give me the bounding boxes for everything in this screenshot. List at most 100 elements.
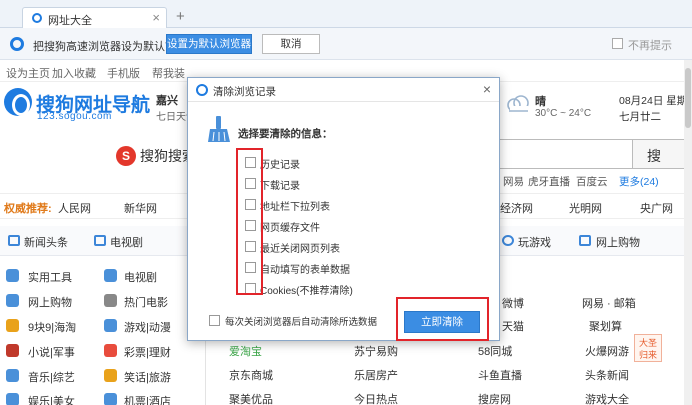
option-label: Cookies(不推荐清除): [260, 286, 353, 297]
category-link[interactable]: 小说|军事: [28, 344, 75, 360]
site-link[interactable]: 搜房网: [478, 391, 511, 405]
category-link[interactable]: 电视剧: [124, 269, 157, 285]
option-downloads[interactable]: 下载记录: [245, 176, 445, 193]
default-browser-message: 把搜狗高速浏览器设为默认？: [33, 41, 176, 53]
site-link[interactable]: 聚美优品: [229, 391, 273, 405]
music-icon: [6, 369, 19, 382]
site-link[interactable]: 今日热点: [354, 391, 398, 405]
recommend-item[interactable]: 人民网: [58, 200, 91, 216]
cancel-button[interactable]: 取消: [262, 34, 320, 54]
site-link[interactable]: 斗鱼直播: [478, 367, 522, 383]
city-name[interactable]: 嘉兴: [156, 92, 178, 108]
search-button[interactable]: 搜: [632, 139, 692, 169]
tools-icon: [6, 269, 19, 282]
category-link[interactable]: 机票|酒店: [124, 393, 171, 405]
film-icon: [104, 294, 117, 307]
site-link[interactable]: 京东商城: [229, 367, 273, 383]
auto-clear-checkbox[interactable]: [209, 315, 220, 326]
category-link[interactable]: 实用工具: [28, 269, 72, 285]
scrollbar-thumb[interactable]: [685, 68, 691, 128]
default-browser-bar: 把搜狗高速浏览器设为默认？ 设置为默认浏览器 取消 不再提示: [0, 28, 692, 60]
highlight-box: [236, 148, 263, 295]
page-scrollbar[interactable]: [684, 60, 692, 405]
option-label: 自动填写的表单数据: [260, 265, 350, 276]
tab-bar: 网址大全 × +: [0, 0, 692, 28]
hot-words-more[interactable]: 更多(24): [619, 174, 659, 189]
site-link[interactable]: 聚划算: [589, 318, 622, 334]
option-cache[interactable]: 网页缓存文件: [245, 218, 445, 235]
option-label: 地址栏下拉列表: [260, 202, 330, 213]
site-link[interactable]: 58同城: [478, 343, 512, 359]
highlight-box: [396, 297, 489, 341]
new-tab-button[interactable]: +: [176, 8, 185, 25]
nav-item-games[interactable]: 玩游戏: [518, 234, 551, 250]
option-form-data[interactable]: 自动填写的表单数据: [245, 260, 445, 277]
auto-clear-label: 每次关闭浏览器后自动清除所选数据: [225, 317, 378, 328]
option-label: 网页缓存文件: [260, 223, 320, 234]
hot-word[interactable]: 网易: [503, 174, 524, 189]
site-link[interactable]: 网易 · 邮箱: [582, 295, 636, 311]
promo-badge[interactable]: 大圣 归来: [634, 334, 662, 362]
cart-icon: [579, 235, 591, 246]
clear-history-dialog: 清除浏览记录 × 选择要清除的信息： 历史记录 下载记录 地址栏下拉列表 网页缓…: [187, 77, 500, 341]
recommend-item[interactable]: 经济网: [500, 200, 533, 216]
category-link[interactable]: 彩票|理财: [124, 344, 171, 360]
option-cookies[interactable]: Cookies(不推荐清除): [245, 281, 445, 298]
hot-word[interactable]: 百度云: [576, 174, 608, 189]
site-link[interactable]: 苏宁易购: [354, 343, 398, 359]
logo-url: 123.sogou.com: [37, 111, 112, 122]
tv-icon: [94, 235, 106, 246]
site-link[interactable]: 乐居房产: [354, 367, 398, 383]
temperature-range: 30°C ~ 24°C: [535, 108, 592, 119]
sogou-browser-icon: [196, 84, 208, 96]
tab-active[interactable]: 网址大全 ×: [22, 7, 167, 28]
option-label: 最近关闭网页列表: [260, 244, 340, 255]
smile-icon: [104, 369, 117, 382]
sogou-logo-icon[interactable]: [4, 88, 32, 116]
option-label: 下载记录: [260, 181, 300, 192]
category-link[interactable]: 音乐|综艺: [28, 369, 75, 385]
category-link[interactable]: 热门电影: [124, 294, 168, 310]
link-help-install[interactable]: 帮我装: [152, 65, 185, 81]
deals-icon: [6, 319, 19, 332]
link-set-homepage[interactable]: 设为主页: [6, 65, 50, 81]
dialog-prompt: 选择要清除的信息：: [238, 128, 333, 140]
site-link[interactable]: 火爆网游: [585, 343, 629, 359]
set-default-button[interactable]: 设置为默认浏览器: [166, 34, 252, 54]
recommend-item[interactable]: 新华网: [124, 200, 157, 216]
category-row: 音乐|综艺 笑话|旅游: [0, 366, 200, 388]
hot-word[interactable]: 虎牙直播: [528, 174, 570, 189]
link-mobile[interactable]: 手机版: [107, 65, 140, 81]
shopping-icon: [6, 294, 19, 307]
option-recently-closed[interactable]: 最近关闭网页列表: [245, 239, 445, 256]
broom-icon: [208, 116, 230, 142]
link-add-favorite[interactable]: 加入收藏: [52, 65, 96, 81]
lottery-icon: [104, 344, 117, 357]
dialog-close-icon[interactable]: ×: [483, 81, 491, 97]
tab-close-icon[interactable]: ×: [152, 10, 160, 25]
category-link[interactable]: 娱乐|美女: [28, 393, 75, 405]
nav-item-news[interactable]: 新闻头条: [24, 234, 68, 250]
no-prompt-checkbox[interactable]: [612, 38, 623, 49]
lunar-date-label: 七月廿二: [619, 111, 661, 123]
site-link[interactable]: 头条新闻: [585, 367, 629, 383]
site-link[interactable]: 天猫: [502, 318, 524, 334]
category-row: 小说|军事 彩票|理财: [0, 341, 200, 363]
dialog-title: 清除浏览记录: [213, 86, 276, 98]
option-history[interactable]: 历史记录: [245, 155, 445, 172]
recommend-item[interactable]: 央广网: [640, 200, 673, 216]
site-link[interactable]: 游戏大全: [585, 391, 629, 405]
category-link[interactable]: 笑话|旅游: [124, 369, 171, 385]
recommend-item[interactable]: 光明网: [569, 200, 602, 216]
search-input[interactable]: [490, 139, 632, 169]
category-link[interactable]: 游戏|动漫: [124, 319, 171, 335]
star-icon: [6, 393, 19, 405]
category-row: 娱乐|美女 机票|酒店: [0, 390, 200, 405]
category-link[interactable]: 9块9|海淘: [28, 319, 76, 335]
site-link[interactable]: 爱淘宝: [229, 343, 262, 359]
category-link[interactable]: 网上购物: [28, 294, 72, 310]
site-link[interactable]: 微博: [502, 295, 524, 311]
option-address-dropdown[interactable]: 地址栏下拉列表: [245, 197, 445, 214]
nav-item-shopping[interactable]: 网上购物: [596, 234, 640, 250]
nav-item-tv[interactable]: 电视剧: [110, 234, 143, 250]
